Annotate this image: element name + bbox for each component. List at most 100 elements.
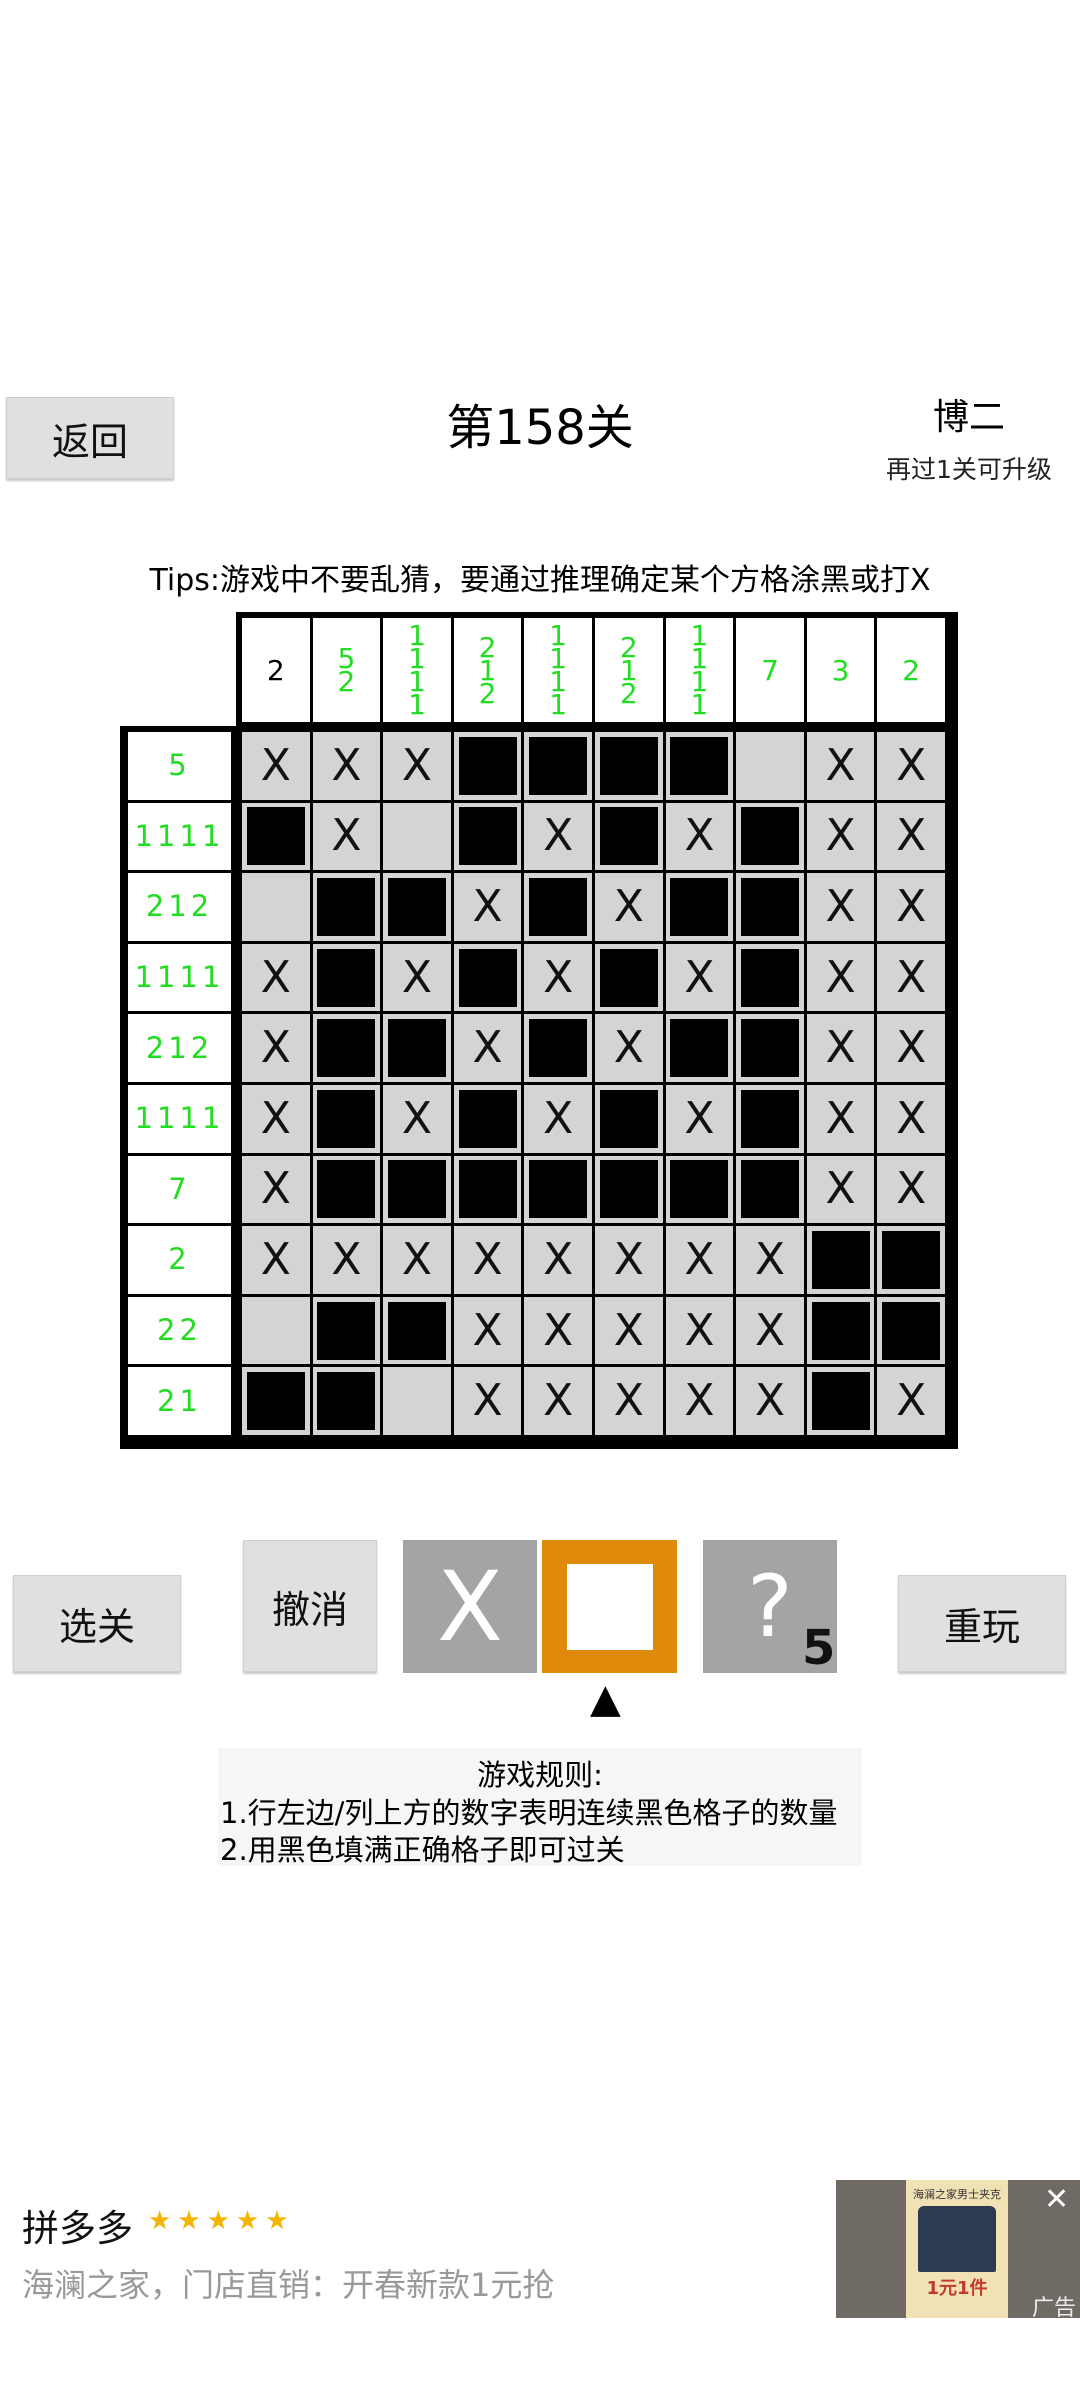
grid-cell[interactable]	[242, 1296, 310, 1365]
grid-cell[interactable]	[312, 1014, 381, 1082]
grid-cell[interactable]: X	[312, 802, 381, 871]
grid-cell[interactable]: X	[806, 873, 875, 941]
select-level-button[interactable]: 选关	[13, 1575, 181, 1672]
grid-cell[interactable]	[312, 1085, 381, 1153]
grid-cell[interactable]	[312, 943, 381, 1012]
grid-cell[interactable]: X	[665, 1296, 734, 1365]
x-mark-tool[interactable]: X	[403, 1540, 537, 1673]
grid-cell[interactable]	[736, 732, 804, 800]
grid-cell[interactable]	[595, 1085, 663, 1153]
grid-cell[interactable]	[453, 732, 522, 800]
grid-cell[interactable]: X	[877, 1367, 945, 1435]
grid-cell[interactable]: X	[877, 1014, 945, 1082]
replay-button[interactable]: 重玩	[898, 1575, 1066, 1672]
grid-cell[interactable]	[524, 873, 592, 941]
grid-cell[interactable]	[383, 802, 451, 871]
grid-cell[interactable]	[595, 943, 663, 1012]
grid-cell[interactable]	[312, 1296, 381, 1365]
grid-cell[interactable]: X	[665, 802, 734, 871]
grid-cell[interactable]	[383, 1296, 451, 1365]
grid-cell[interactable]: X	[877, 873, 945, 941]
grid-cell[interactable]: X	[806, 1014, 875, 1082]
grid-cell[interactable]: X	[524, 802, 592, 871]
grid-cell[interactable]: X	[665, 1085, 734, 1153]
grid-cell[interactable]: X	[524, 1296, 592, 1365]
ad-close-icon[interactable]: ✕	[1044, 2182, 1069, 2217]
grid-cell[interactable]: X	[806, 802, 875, 871]
grid-cell[interactable]	[736, 943, 804, 1012]
grid-cell[interactable]: X	[242, 732, 310, 800]
fill-tool[interactable]	[542, 1540, 677, 1673]
grid-cell[interactable]: X	[453, 1226, 522, 1294]
grid-cell[interactable]	[736, 1085, 804, 1153]
grid-cell[interactable]: X	[595, 873, 663, 941]
grid-cell[interactable]	[806, 1296, 875, 1365]
grid-cell[interactable]	[524, 732, 592, 800]
grid-cell[interactable]	[383, 873, 451, 941]
grid-cell[interactable]	[736, 873, 804, 941]
grid-cell[interactable]: X	[242, 1155, 310, 1224]
grid-cell[interactable]	[736, 1155, 804, 1224]
grid-cell[interactable]	[665, 1014, 734, 1082]
grid-cell[interactable]	[453, 1155, 522, 1224]
grid-cell[interactable]: X	[877, 1155, 945, 1224]
grid-cell[interactable]: X	[877, 802, 945, 871]
grid-cell[interactable]: X	[524, 1085, 592, 1153]
grid-cell[interactable]: X	[312, 732, 381, 800]
grid-cell[interactable]: X	[383, 943, 451, 1012]
grid-cell[interactable]: X	[383, 1085, 451, 1153]
grid-cell[interactable]: X	[595, 1367, 663, 1435]
grid-cell[interactable]: X	[453, 1296, 522, 1365]
grid-cell[interactable]: X	[665, 1226, 734, 1294]
grid-cell[interactable]	[312, 1155, 381, 1224]
grid-cell[interactable]: X	[524, 1367, 592, 1435]
grid-cell[interactable]: X	[595, 1296, 663, 1365]
grid-cell[interactable]: X	[453, 1014, 522, 1082]
grid-cell[interactable]	[453, 802, 522, 871]
grid-cell[interactable]	[383, 1155, 451, 1224]
undo-button[interactable]: 撤消	[243, 1540, 377, 1672]
grid-cell[interactable]: X	[877, 1085, 945, 1153]
grid-cell[interactable]: X	[453, 873, 522, 941]
grid-cell[interactable]	[524, 1155, 592, 1224]
grid-cell[interactable]	[877, 1296, 945, 1365]
grid-cell[interactable]: X	[453, 1367, 522, 1435]
grid-cell[interactable]	[665, 732, 734, 800]
grid-cell[interactable]: X	[877, 943, 945, 1012]
grid-cell[interactable]: X	[242, 1226, 310, 1294]
grid-cell[interactable]: X	[242, 943, 310, 1012]
grid-cell[interactable]	[595, 1155, 663, 1224]
grid-cell[interactable]: X	[383, 732, 451, 800]
grid-cell[interactable]: X	[595, 1226, 663, 1294]
grid-cell[interactable]	[312, 1367, 381, 1435]
grid-cell[interactable]: X	[736, 1226, 804, 1294]
grid-cell[interactable]	[383, 1014, 451, 1082]
grid-cell[interactable]: X	[665, 943, 734, 1012]
grid-cell[interactable]	[524, 1014, 592, 1082]
ad-text[interactable]: 海澜之家，门店直销：开春新款1元抢	[22, 2260, 554, 2306]
grid-cell[interactable]: X	[806, 943, 875, 1012]
grid-cell[interactable]: X	[736, 1296, 804, 1365]
grid-cell[interactable]: X	[524, 1226, 592, 1294]
grid-cell[interactable]	[665, 873, 734, 941]
grid-cell[interactable]	[453, 1085, 522, 1153]
grid-cell[interactable]	[242, 802, 310, 871]
grid-cell[interactable]	[453, 943, 522, 1012]
grid-cell[interactable]	[736, 802, 804, 871]
grid-cell[interactable]	[806, 1367, 875, 1435]
grid-cell[interactable]	[595, 732, 663, 800]
grid-cell[interactable]	[736, 1014, 804, 1082]
grid-cell[interactable]: X	[242, 1085, 310, 1153]
grid-cell[interactable]: X	[242, 1014, 310, 1082]
grid-cell[interactable]: X	[312, 1226, 381, 1294]
grid-cell[interactable]: X	[806, 732, 875, 800]
grid-cell[interactable]: X	[524, 943, 592, 1012]
grid-cell[interactable]: X	[806, 1155, 875, 1224]
grid-cell[interactable]	[312, 873, 381, 941]
grid-cell[interactable]: X	[383, 1226, 451, 1294]
grid-cell[interactable]	[242, 873, 310, 941]
grid-cell[interactable]	[806, 1226, 875, 1294]
grid-cell[interactable]: X	[665, 1367, 734, 1435]
grid-cell[interactable]	[383, 1367, 451, 1435]
grid-cell[interactable]: X	[736, 1367, 804, 1435]
